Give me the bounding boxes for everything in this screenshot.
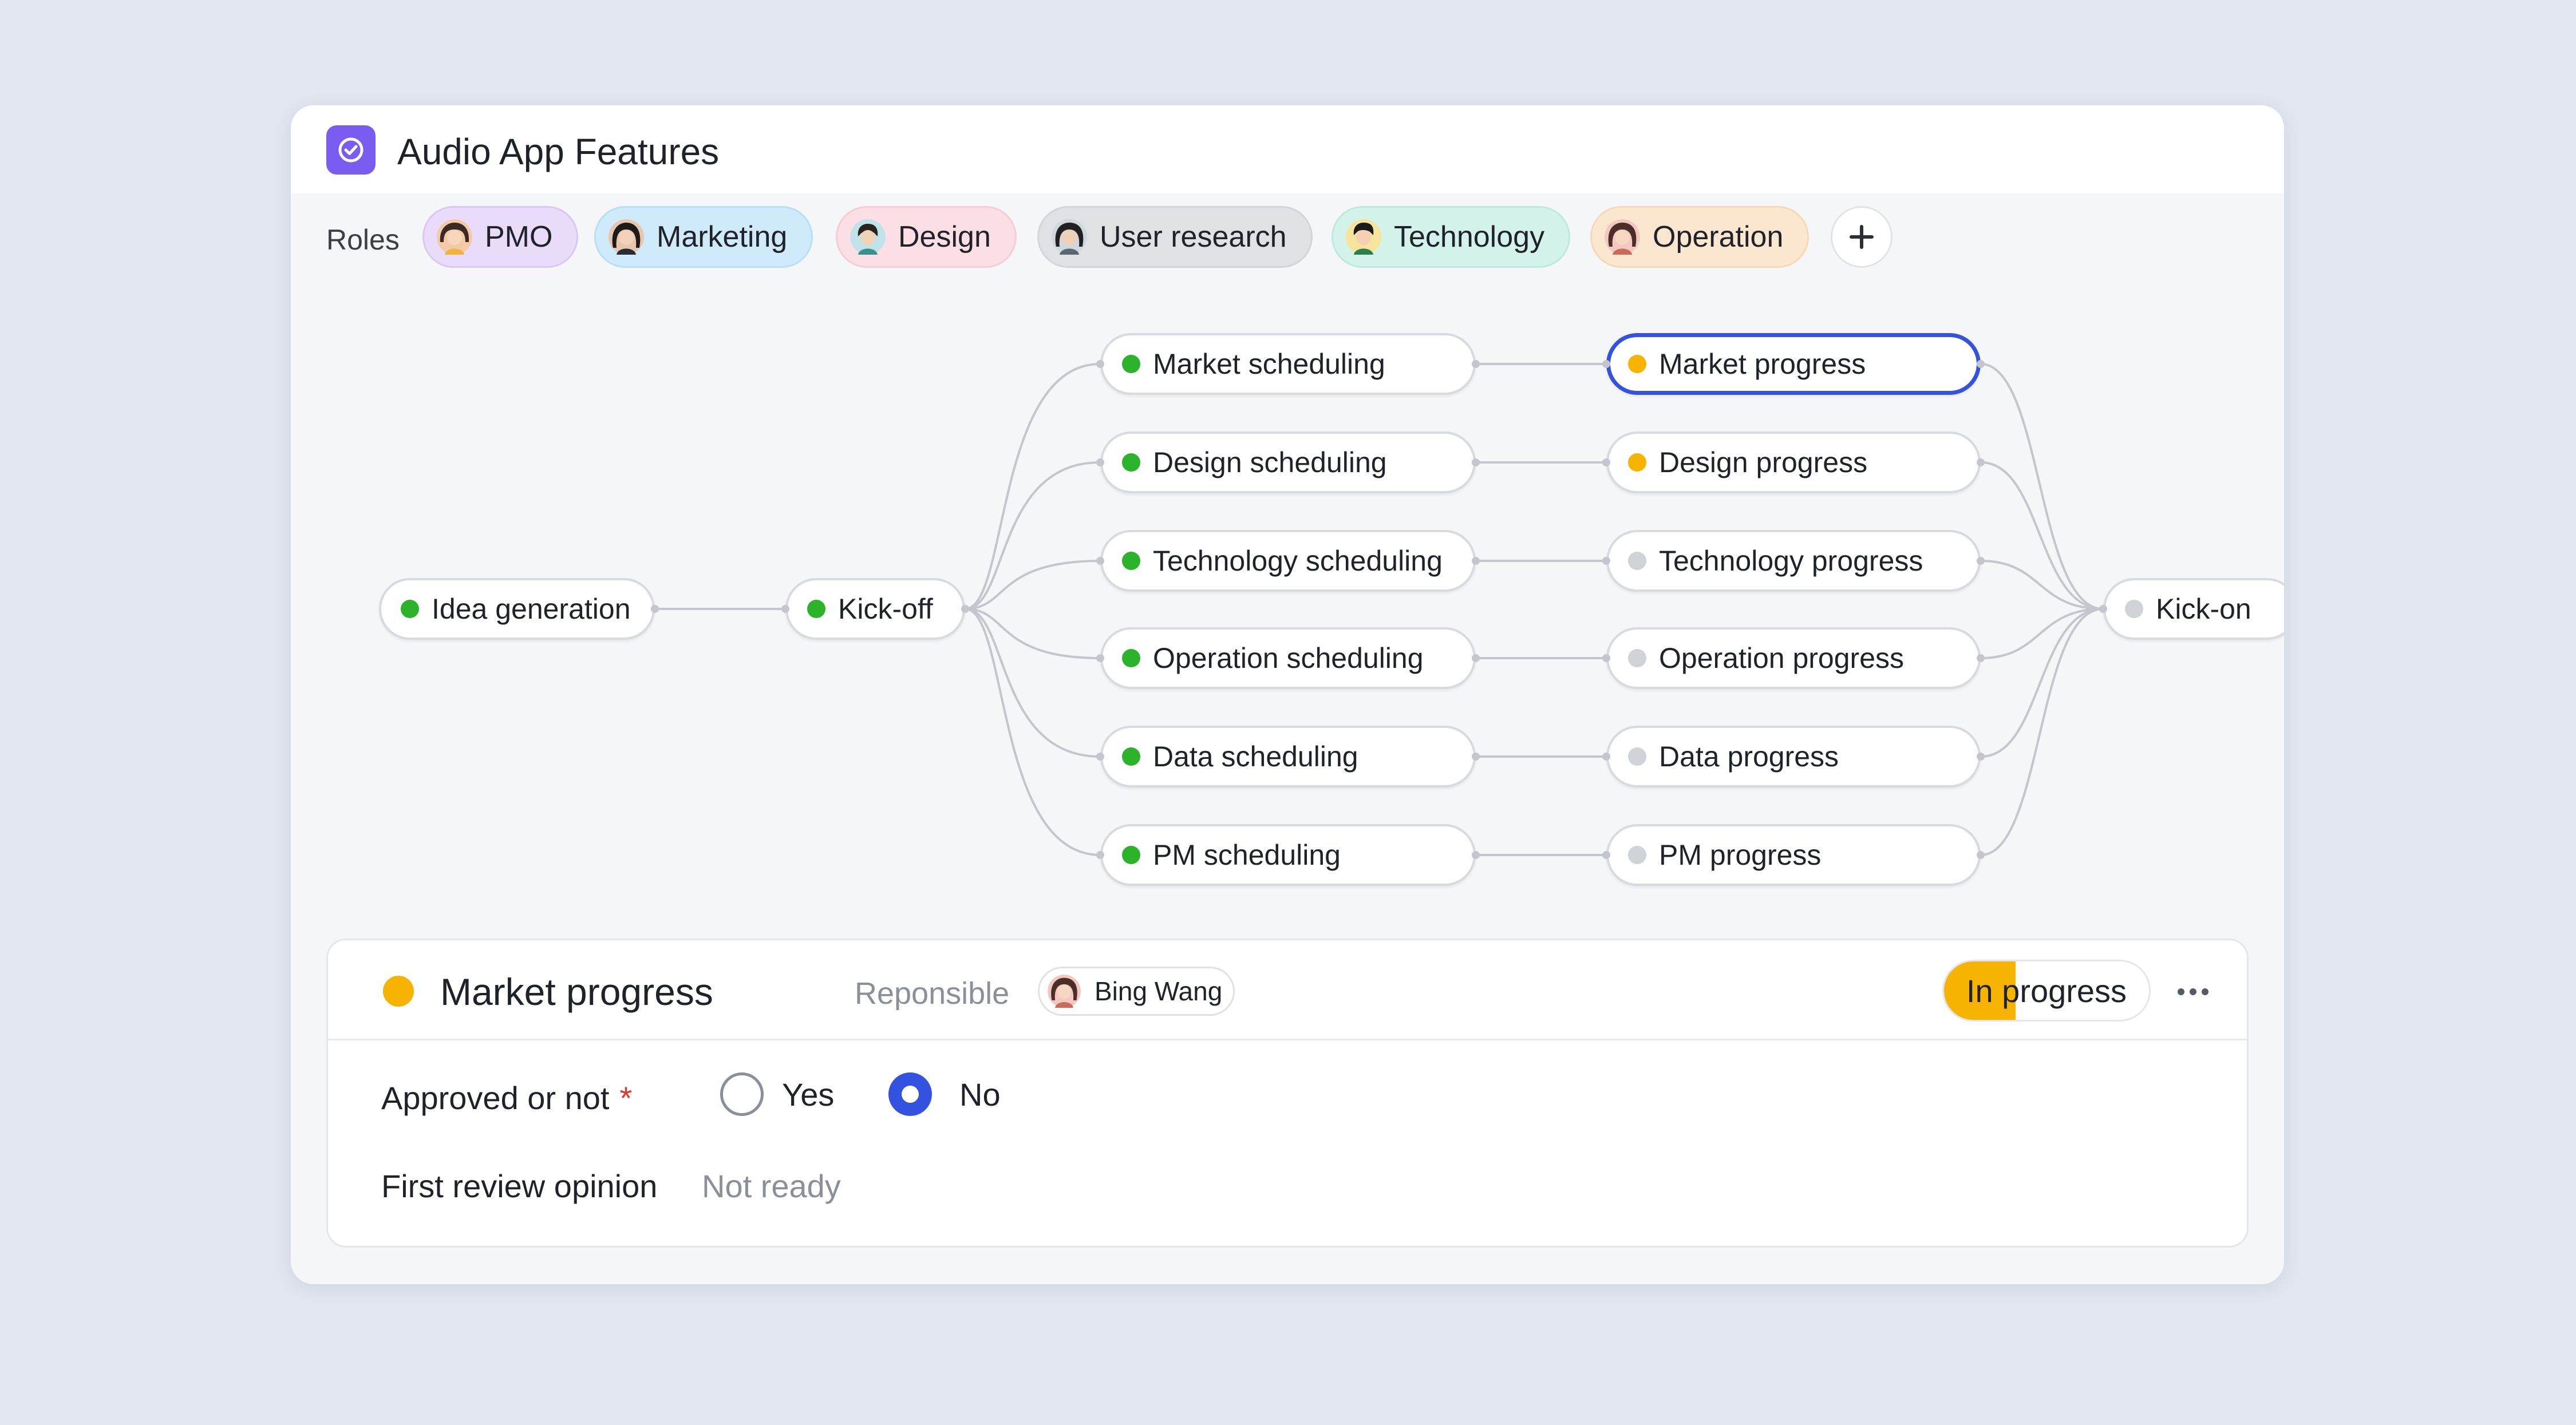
flow-node-label: Technology progress xyxy=(1659,545,1923,577)
status-dot xyxy=(2125,600,2143,618)
flow-node-tp[interactable]: Technology progress xyxy=(1606,530,1981,592)
detail-header: Market progress Reponsible Bing Wang In … xyxy=(328,940,2247,1040)
flow-node-ds[interactable]: Design scheduling xyxy=(1100,432,1476,493)
flow-node-op[interactable]: Operation progress xyxy=(1606,627,1981,689)
status-dot xyxy=(1628,747,1646,766)
flow-node-label: Design progress xyxy=(1659,446,1868,478)
flow-node-dap[interactable]: Data progress xyxy=(1606,726,1981,787)
status-dot xyxy=(1122,747,1140,766)
status-dot xyxy=(807,600,825,618)
responsible-name: Bing Wang xyxy=(1095,976,1223,1006)
flow-node-label: Data progress xyxy=(1659,741,1839,773)
status-dot xyxy=(1122,453,1140,472)
flow-node-pms[interactable]: PM scheduling xyxy=(1100,824,1476,886)
status-button[interactable]: In progress xyxy=(1942,960,2151,1022)
flow-node-mp[interactable]: Market progress xyxy=(1606,333,1981,395)
flow-node-idea[interactable]: Idea generation xyxy=(379,578,655,640)
connector-port[interactable] xyxy=(2099,605,2107,613)
status-dot xyxy=(401,600,419,618)
approved-label-text: Approved or not xyxy=(381,1080,610,1116)
radio-yes[interactable] xyxy=(720,1072,764,1116)
connector-port[interactable] xyxy=(1472,360,1480,368)
flow-node-label: Technology scheduling xyxy=(1153,545,1443,577)
status-dot xyxy=(1122,846,1140,864)
connector-port[interactable] xyxy=(781,605,789,613)
flow-node-label: Operation scheduling xyxy=(1153,642,1424,674)
connector-port[interactable] xyxy=(1096,654,1104,662)
flow-node-label: Idea generation xyxy=(432,593,631,625)
flow-node-label: Kick-on xyxy=(2156,593,2251,625)
flow-node-kickon[interactable]: Kick-on xyxy=(2103,578,2284,640)
connector-port[interactable] xyxy=(961,605,969,613)
connector-port[interactable] xyxy=(1602,360,1610,368)
status-dot xyxy=(1628,552,1646,570)
connector-port[interactable] xyxy=(1602,654,1610,662)
radio-no-center xyxy=(902,1086,919,1103)
workflow-card: Audio App Features Roles PMO Marketing D… xyxy=(291,105,2284,1284)
detail-title: Market progress xyxy=(440,971,713,1013)
connector-port[interactable] xyxy=(1602,851,1610,859)
responsible-chip[interactable]: Bing Wang xyxy=(1038,967,1235,1016)
approved-label: Approved or not * xyxy=(381,1078,632,1118)
flow-node-label: PM progress xyxy=(1659,839,1822,871)
required-mark: * xyxy=(619,1080,633,1116)
flow-node-das[interactable]: Data scheduling xyxy=(1100,726,1476,787)
flow-node-os[interactable]: Operation scheduling xyxy=(1100,627,1476,689)
flow-node-label: Design scheduling xyxy=(1153,446,1387,478)
connector-port[interactable] xyxy=(1977,654,1985,662)
flow-node-ts[interactable]: Technology scheduling xyxy=(1100,530,1476,592)
status-dot xyxy=(1122,355,1140,373)
connector-port[interactable] xyxy=(1096,458,1104,466)
connector-port[interactable] xyxy=(1977,458,1985,466)
connector-port[interactable] xyxy=(1977,360,1985,368)
connector-port[interactable] xyxy=(1602,557,1610,565)
flow-node-label: Data scheduling xyxy=(1153,741,1358,773)
flow-node-dp[interactable]: Design progress xyxy=(1606,432,1981,493)
responsible-label: Reponsible xyxy=(855,976,1010,1011)
connector-port[interactable] xyxy=(1977,753,1985,761)
flow-node-label: Kick-off xyxy=(838,593,933,625)
first-review-label: First review opinion xyxy=(381,1168,658,1204)
status-dot xyxy=(383,976,414,1007)
connector-port[interactable] xyxy=(1096,557,1104,565)
status-label: In progress xyxy=(1966,972,2127,1009)
status-dot xyxy=(1628,355,1646,373)
connector-port[interactable] xyxy=(1096,360,1104,368)
connector-port[interactable] xyxy=(1096,851,1104,859)
status-dot xyxy=(1122,552,1140,570)
flow-connectors xyxy=(655,363,2104,856)
radio-yes-label[interactable]: Yes xyxy=(782,1075,834,1115)
connector-port[interactable] xyxy=(1472,458,1480,466)
flow-node-ms[interactable]: Market scheduling xyxy=(1100,333,1476,395)
more-horizontal-icon[interactable] xyxy=(2170,969,2216,1015)
status-dot xyxy=(1628,453,1646,472)
connector-port[interactable] xyxy=(1977,557,1985,565)
avatar xyxy=(1048,975,1081,1008)
connector-port[interactable] xyxy=(1472,654,1480,662)
flow-node-label: PM scheduling xyxy=(1153,839,1341,871)
flow-node-label: Market scheduling xyxy=(1153,348,1385,380)
radio-no[interactable] xyxy=(888,1072,932,1116)
first-review-value[interactable]: Not ready xyxy=(702,1166,841,1206)
connector-port[interactable] xyxy=(1602,458,1610,466)
flow-node-pmp[interactable]: PM progress xyxy=(1606,824,1981,886)
flow-node-label: Market progress xyxy=(1659,348,1866,380)
connector-port[interactable] xyxy=(651,605,659,613)
status-dot xyxy=(1628,649,1646,667)
connector-port[interactable] xyxy=(1977,851,1985,859)
flow-node-kickoff[interactable]: Kick-off xyxy=(785,578,965,640)
connector-port[interactable] xyxy=(1472,753,1480,761)
connector-port[interactable] xyxy=(1602,753,1610,761)
status-dot xyxy=(1628,846,1646,864)
connector-port[interactable] xyxy=(1096,753,1104,761)
connector-port[interactable] xyxy=(1472,851,1480,859)
flow-node-label: Operation progress xyxy=(1659,642,1905,674)
connector-port[interactable] xyxy=(1472,557,1480,565)
status-dot xyxy=(1122,649,1140,667)
radio-no-label[interactable]: No xyxy=(959,1075,1001,1115)
